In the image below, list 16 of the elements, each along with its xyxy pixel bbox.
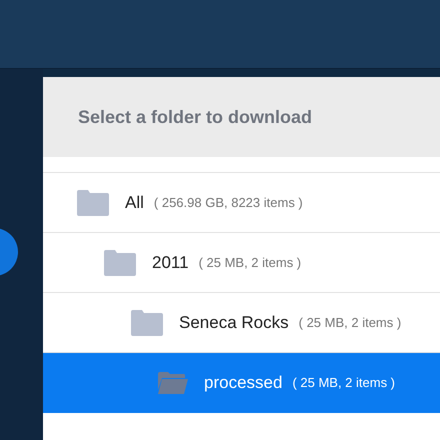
folder-size: ( 256.98 GB, 8223 items ) — [154, 195, 303, 210]
folder-size: ( 25 MB, 2 items ) — [198, 255, 302, 270]
folder-icon — [104, 250, 136, 276]
folder-name: Seneca Rocks — [179, 312, 289, 332]
folder-icon — [77, 190, 109, 216]
folder-size: ( 25 MB, 2 items ) — [292, 375, 396, 390]
folder-name: processed — [204, 372, 282, 392]
folder-name: 2011 — [152, 252, 189, 272]
folder-row[interactable]: processed ( 25 MB, 2 items ) — [43, 353, 440, 413]
folder-row[interactable]: 2011 ( 25 MB, 2 items ) — [43, 233, 440, 293]
dialog-title: Select a folder to download — [78, 106, 312, 128]
folder-row[interactable]: All ( 256.98 GB, 8223 items ) — [43, 173, 440, 233]
folder-size: ( 25 MB, 2 items ) — [298, 315, 402, 330]
folder-icon — [131, 310, 163, 336]
open-folder-icon — [158, 372, 188, 394]
folder-name: All — [125, 192, 144, 212]
